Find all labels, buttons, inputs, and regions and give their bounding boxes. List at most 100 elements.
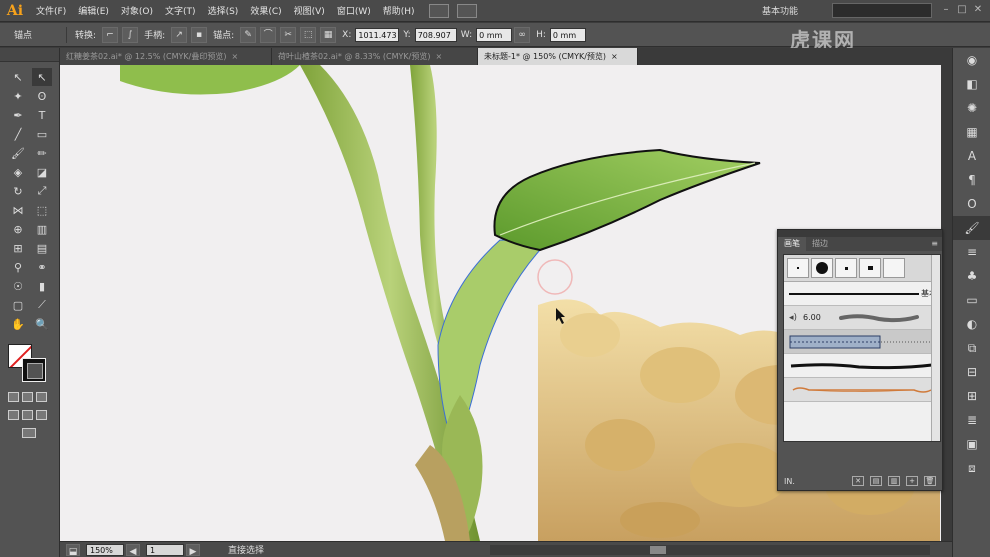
draw-behind-icon[interactable] — [22, 410, 33, 420]
menu-select[interactable]: 选择(S) — [202, 4, 245, 17]
symbols-panel-icon[interactable]: ♣ — [953, 264, 990, 288]
horizontal-scrollbar[interactable] — [490, 545, 930, 555]
convert-to-corner-icon[interactable]: ⌐ — [102, 26, 119, 43]
paintbrush-tool-icon[interactable]: 🖌 — [8, 144, 28, 162]
hand-tool-icon[interactable]: ✋ — [8, 315, 28, 333]
paragraph-panel-icon[interactable]: ¶ — [953, 168, 990, 192]
hide-handles-icon[interactable]: ▪ — [191, 26, 208, 43]
brush-swatch[interactable] — [835, 258, 857, 278]
align-icon[interactable]: ▦ — [320, 26, 337, 43]
draw-inside-icon[interactable] — [36, 410, 47, 420]
menu-type[interactable]: 文字(T) — [159, 4, 202, 17]
panel-header[interactable] — [778, 230, 942, 237]
tab-document-1[interactable]: 红糖姜茶02.ai* @ 12.5% (CMYK/叠印预览) × — [60, 48, 272, 65]
gradient-tool-icon[interactable]: ▤ — [32, 239, 52, 257]
width-tool-icon[interactable]: ⋈ — [8, 201, 28, 219]
brush-list-scrollbar[interactable] — [931, 255, 940, 441]
blend-tool-icon[interactable]: ⚭ — [32, 258, 52, 276]
gradient-panel-icon[interactable]: ▭ — [953, 288, 990, 312]
next-artboard-icon[interactable]: ▶ — [186, 543, 200, 557]
delete-brush-icon[interactable]: 🗑 — [924, 476, 936, 486]
close-tab-icon[interactable]: × — [611, 52, 618, 61]
scrollbar-thumb[interactable] — [650, 546, 666, 554]
connect-anchor-icon[interactable]: ⌒ — [260, 26, 277, 43]
links-panel-icon[interactable]: ⧈ — [953, 456, 990, 480]
leaf-outline[interactable] — [493, 148, 761, 252]
minimize-icon[interactable]: – — [940, 4, 952, 16]
scale-tool-icon[interactable]: ⤢ — [32, 182, 52, 200]
x-input[interactable]: 1011.473 — [355, 27, 400, 42]
pencil-tool-icon[interactable]: ✏ — [32, 144, 52, 162]
menu-file[interactable]: 文件(F) — [30, 4, 72, 17]
magic-wand-tool-icon[interactable]: ✦ — [8, 87, 28, 105]
show-handles-icon[interactable]: ↗ — [171, 26, 188, 43]
menu-window[interactable]: 窗口(W) — [331, 4, 377, 17]
brush-row-pressure[interactable]: ◂) 6.00 — [784, 306, 940, 330]
selection-tool-icon[interactable]: ↖ — [8, 68, 28, 86]
tab-stroke[interactable]: 描边 — [806, 237, 834, 251]
prev-artboard-icon[interactable]: ◀ — [126, 543, 140, 557]
tab-brushes[interactable]: 画笔 — [778, 237, 806, 251]
brush-swatch[interactable] — [811, 258, 833, 278]
brushes-panel-icon[interactable]: 🖌 — [953, 216, 990, 240]
color-panel-icon[interactable]: ◉ — [953, 48, 990, 72]
cut-path-icon[interactable]: ✂ — [280, 26, 297, 43]
width-input[interactable]: 0 mm — [476, 27, 513, 42]
brush-swatch[interactable] — [883, 258, 905, 278]
brush-swatch[interactable] — [787, 258, 809, 278]
panel-grip[interactable] — [0, 48, 59, 62]
artboard-options-icon[interactable]: ⬓ — [66, 543, 80, 557]
line-tool-icon[interactable]: ╱ — [8, 125, 28, 143]
type-tool-icon[interactable]: T — [32, 106, 52, 124]
eyedropper-tool-icon[interactable]: ⚲ — [8, 258, 28, 276]
transparency-panel-icon[interactable]: ◐ — [953, 312, 990, 336]
isolate-icon[interactable]: ⬚ — [300, 26, 317, 43]
brush-row-basic[interactable]: 基本 — [784, 282, 940, 306]
blob-brush-tool-icon[interactable]: ◈ — [8, 163, 28, 181]
close-icon[interactable]: ✕ — [972, 4, 984, 16]
brush-libraries-menu[interactable]: IN. — [784, 477, 795, 486]
gradient-mode-icon[interactable] — [22, 392, 33, 402]
rotate-tool-icon[interactable]: ↻ — [8, 182, 28, 200]
grid-panel-icon[interactable]: ▦ — [953, 120, 990, 144]
brush-swatch[interactable] — [859, 258, 881, 278]
new-brush-icon[interactable]: + — [906, 476, 918, 486]
symbol-sprayer-tool-icon[interactable]: ☉ — [8, 277, 28, 295]
tab-document-3[interactable]: 未标题-1* @ 150% (CMYK/预览) × — [478, 48, 638, 65]
maximize-icon[interactable]: □ — [956, 4, 968, 16]
workspace-switcher[interactable]: 基本功能 — [762, 4, 798, 17]
stroke-swatch[interactable] — [22, 358, 46, 382]
layers-panel-icon[interactable]: ≣ — [953, 408, 990, 432]
pathfinder-panel-icon[interactable]: ⊞ — [953, 384, 990, 408]
remove-anchor-icon[interactable]: ✎ — [240, 26, 257, 43]
page-field[interactable]: 1 — [146, 543, 184, 556]
stroke-panel-icon[interactable]: ≡ — [953, 240, 990, 264]
convert-to-smooth-icon[interactable]: ∫ — [122, 26, 139, 43]
lasso-tool-icon[interactable]: ʘ — [32, 87, 52, 105]
menu-effect[interactable]: 效果(C) — [244, 4, 287, 17]
column-graph-tool-icon[interactable]: ▮ — [32, 277, 52, 295]
color-mode-icon[interactable] — [8, 392, 19, 402]
brush-row-art[interactable] — [784, 354, 940, 378]
remove-stroke-icon[interactable]: ✕ — [852, 476, 864, 486]
height-input[interactable]: 0 mm — [549, 27, 586, 42]
opentype-panel-icon[interactable]: O — [953, 192, 990, 216]
appearance-panel-icon[interactable]: ✺ — [953, 96, 990, 120]
menu-object[interactable]: 对象(O) — [115, 4, 159, 17]
fill-stroke-widget[interactable] — [8, 344, 48, 384]
menu-edit[interactable]: 编辑(E) — [72, 4, 115, 17]
shape-builder-tool-icon[interactable]: ⊕ — [8, 220, 28, 238]
menu-view[interactable]: 视图(V) — [288, 4, 331, 17]
direct-selection-tool-icon[interactable]: ↖ — [32, 68, 52, 86]
zoom-tool-icon[interactable]: 🔍 — [32, 315, 52, 333]
eraser-tool-icon[interactable]: ◪ — [32, 163, 52, 181]
zoom-field[interactable]: 150% — [86, 543, 124, 556]
menu-help[interactable]: 帮助(H) — [377, 4, 421, 17]
screen-mode-icon[interactable] — [22, 428, 36, 438]
slice-tool-icon[interactable]: ⟋ — [32, 296, 52, 314]
y-input[interactable]: 708.907 — [414, 27, 457, 42]
none-mode-icon[interactable] — [36, 392, 47, 402]
free-transform-tool-icon[interactable]: ⬚ — [32, 201, 52, 219]
panel-menu-icon[interactable]: ≡ — [931, 237, 938, 251]
artboards-panel-icon[interactable]: ▣ — [953, 432, 990, 456]
